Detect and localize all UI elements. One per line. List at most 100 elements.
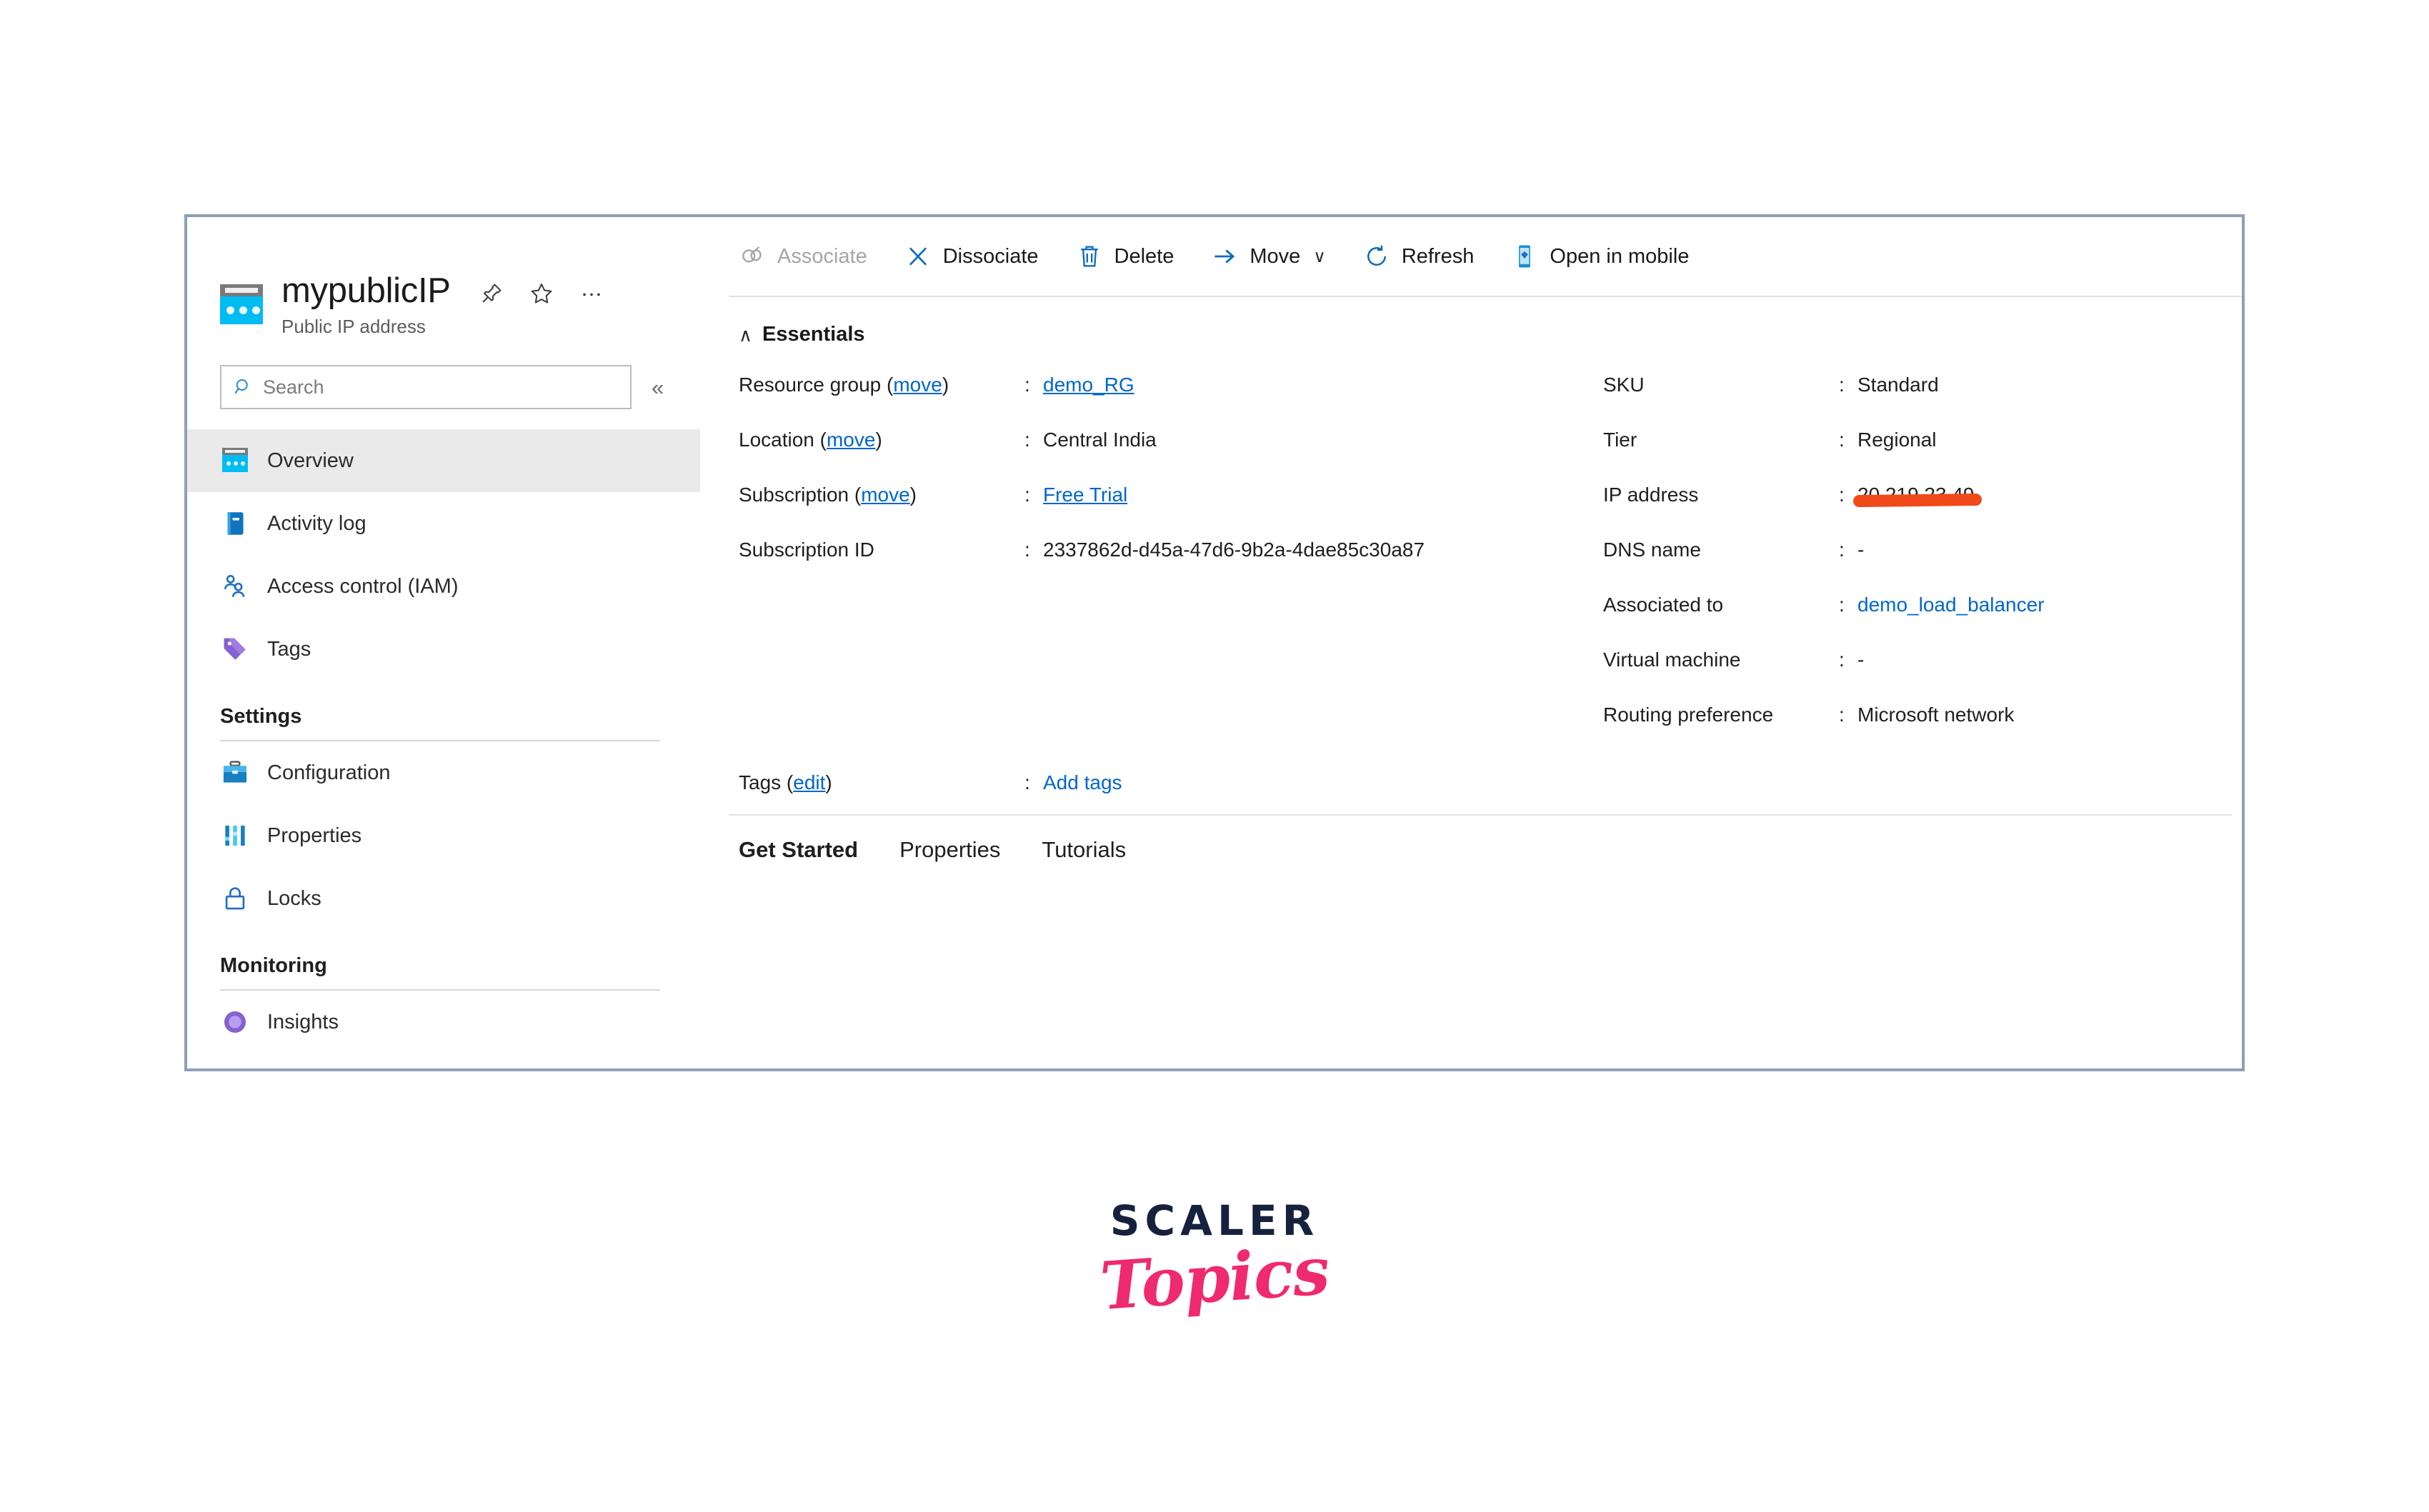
essentials-row-ip-address: IP address : 20.219.23.49 [1603, 484, 2242, 539]
sidebar-item-label: Configuration [267, 761, 391, 784]
essentials-row-subscription: Subscription (move) : Free Trial [739, 484, 1603, 539]
sidebar-item-label: Tags [267, 637, 311, 661]
command-label: Move [1250, 244, 1301, 268]
sidebar-item-list: Overview Activity log Access control (IA… [187, 429, 700, 1053]
properties-icon [220, 821, 250, 851]
associated-to-link[interactable]: demo_load_balancer [1857, 594, 2045, 616]
activity-log-icon [220, 509, 250, 539]
insights-icon [220, 1007, 250, 1037]
move-link[interactable]: move [893, 374, 942, 396]
refresh-button[interactable]: Refresh [1363, 243, 1493, 270]
associate-button[interactable]: Associate [739, 243, 886, 270]
routing-preference-value: Microsoft network [1857, 704, 2015, 726]
sidebar-item-activity-log[interactable]: Activity log [187, 492, 700, 555]
essentials-row-resource-group: Resource group (move) : demo_RG [739, 374, 1603, 429]
add-tags-link[interactable]: Add tags [1043, 771, 1122, 794]
sidebar-item-properties[interactable]: Properties [187, 804, 700, 867]
sidebar-group-monitoring: Monitoring [187, 930, 700, 991]
tab-properties[interactable]: Properties [899, 837, 1000, 870]
subscription-link[interactable]: Free Trial [1043, 484, 1127, 506]
essentials-key: Tags (edit) [739, 771, 832, 793]
essentials-row-subscription-id: Subscription ID : 2337862d-d45a-47d6-9b2… [739, 539, 1603, 594]
subscription-id-value: 2337862d-d45a-47d6-9b2a-4dae85c30a87 [1043, 539, 1425, 561]
sidebar-item-configuration[interactable]: Configuration [187, 741, 700, 804]
colon: : [1839, 539, 1845, 561]
move-link[interactable]: move [827, 429, 875, 451]
resource-navigation-pane: mypublicIP Public IP address Search « Ov… [187, 217, 700, 1068]
sidebar-item-label: Properties [267, 823, 362, 847]
chevron-down-icon[interactable]: ∨ [1313, 246, 1326, 267]
essentials-row-tags: Tags (edit) : Add tags [729, 758, 2242, 808]
tab-get-started[interactable]: Get Started [739, 837, 858, 870]
essentials-row-dns-name: DNS name : - [1603, 539, 2242, 594]
sidebar-item-label: Locks [267, 886, 321, 910]
sidebar-item-label: Insights [267, 1010, 339, 1033]
more-ellipsis-icon[interactable] [579, 281, 604, 306]
dissociate-button[interactable]: Dissociate [904, 243, 1057, 270]
essentials-key: Subscription (move) [739, 484, 917, 506]
essentials-key: SKU [1603, 374, 1645, 396]
essentials-row-location: Location (move) : Central India [739, 429, 1603, 484]
ip-address-value: 20.219.23.49 [1852, 484, 1982, 508]
title-action-group [479, 277, 604, 306]
colon: : [1839, 594, 1845, 616]
scaler-topics-logo: SCALER Topics [0, 1200, 2429, 1325]
content-tab-strip: Get Started Properties Tutorials [729, 816, 2242, 870]
redaction-mark [1852, 493, 1982, 508]
sidebar-item-label: Overview [267, 449, 354, 472]
dns-name-value: - [1857, 539, 1865, 561]
resource-group-link[interactable]: demo_RG [1043, 374, 1134, 396]
command-label: Delete [1114, 244, 1174, 268]
colon: : [1839, 429, 1845, 451]
colon: : [1839, 374, 1845, 396]
favorite-star-icon[interactable] [529, 281, 554, 306]
chevron-up-icon: ∧ [739, 324, 753, 346]
logo-secondary-text: Topics [1097, 1231, 1332, 1326]
essentials-grid: Resource group (move) : demo_RG Location… [729, 346, 2242, 758]
azure-portal-blade: mypublicIP Public IP address Search « Ov… [184, 214, 2245, 1071]
essentials-row-tier: Tier : Regional [1603, 429, 2242, 484]
sidebar-item-insights[interactable]: Insights [187, 991, 700, 1053]
essentials-key: IP address [1603, 484, 1699, 506]
edit-tags-link[interactable]: edit [793, 771, 825, 793]
public-ip-icon [220, 284, 263, 324]
resource-header: mypublicIP Public IP address [187, 217, 700, 338]
sidebar-item-label: Access control (IAM) [267, 574, 459, 598]
chevron-double-left-icon[interactable]: « [647, 374, 668, 401]
colon: : [1024, 429, 1030, 451]
essentials-left-column: Resource group (move) : demo_RG Location… [739, 374, 1603, 758]
command-label: Open in mobile [1550, 244, 1690, 268]
move-button[interactable]: Move ∨ [1211, 243, 1345, 270]
refresh-icon [1363, 243, 1390, 270]
sidebar-item-access-control[interactable]: Access control (IAM) [187, 555, 700, 618]
essentials-right-column: SKU : Standard Tier : Regional IP addres… [1603, 374, 2242, 758]
delete-button[interactable]: Delete [1076, 243, 1193, 270]
colon: : [1839, 649, 1845, 671]
essentials-toggle[interactable]: ∧ Essentials [729, 297, 865, 346]
move-link[interactable]: move [861, 484, 909, 506]
move-arrow-icon [1211, 243, 1238, 270]
sidebar-item-tags[interactable]: Tags [187, 618, 700, 681]
sidebar-group-settings: Settings [187, 681, 700, 742]
essentials-row-routing-preference: Routing preference : Microsoft network [1603, 704, 2242, 758]
sidebar-group-title: Monitoring [220, 954, 327, 978]
page-title: mypublicIP [281, 271, 451, 310]
essentials-key: Location (move) [739, 429, 882, 451]
location-value: Central India [1043, 429, 1157, 451]
pin-icon[interactable] [479, 281, 504, 306]
essentials-key: Routing preference [1603, 704, 1774, 726]
sidebar-item-overview[interactable]: Overview [187, 429, 700, 493]
open-in-mobile-button[interactable]: Open in mobile [1511, 243, 1707, 270]
tab-tutorials[interactable]: Tutorials [1042, 837, 1126, 870]
sidebar-item-locks[interactable]: Locks [187, 867, 700, 930]
colon: : [1024, 484, 1030, 506]
virtual-machine-value: - [1857, 649, 1865, 671]
resource-type-label: Public IP address [281, 316, 426, 338]
command-label: Associate [777, 244, 867, 268]
command-label: Dissociate [942, 244, 1039, 268]
lock-icon [220, 883, 250, 913]
search-input[interactable]: Search [220, 365, 632, 410]
mobile-phone-icon [1511, 243, 1538, 270]
command-toolbar: Associate Dissociate Delete Move ∨ Refre… [729, 217, 2242, 297]
tags-icon [220, 634, 250, 664]
